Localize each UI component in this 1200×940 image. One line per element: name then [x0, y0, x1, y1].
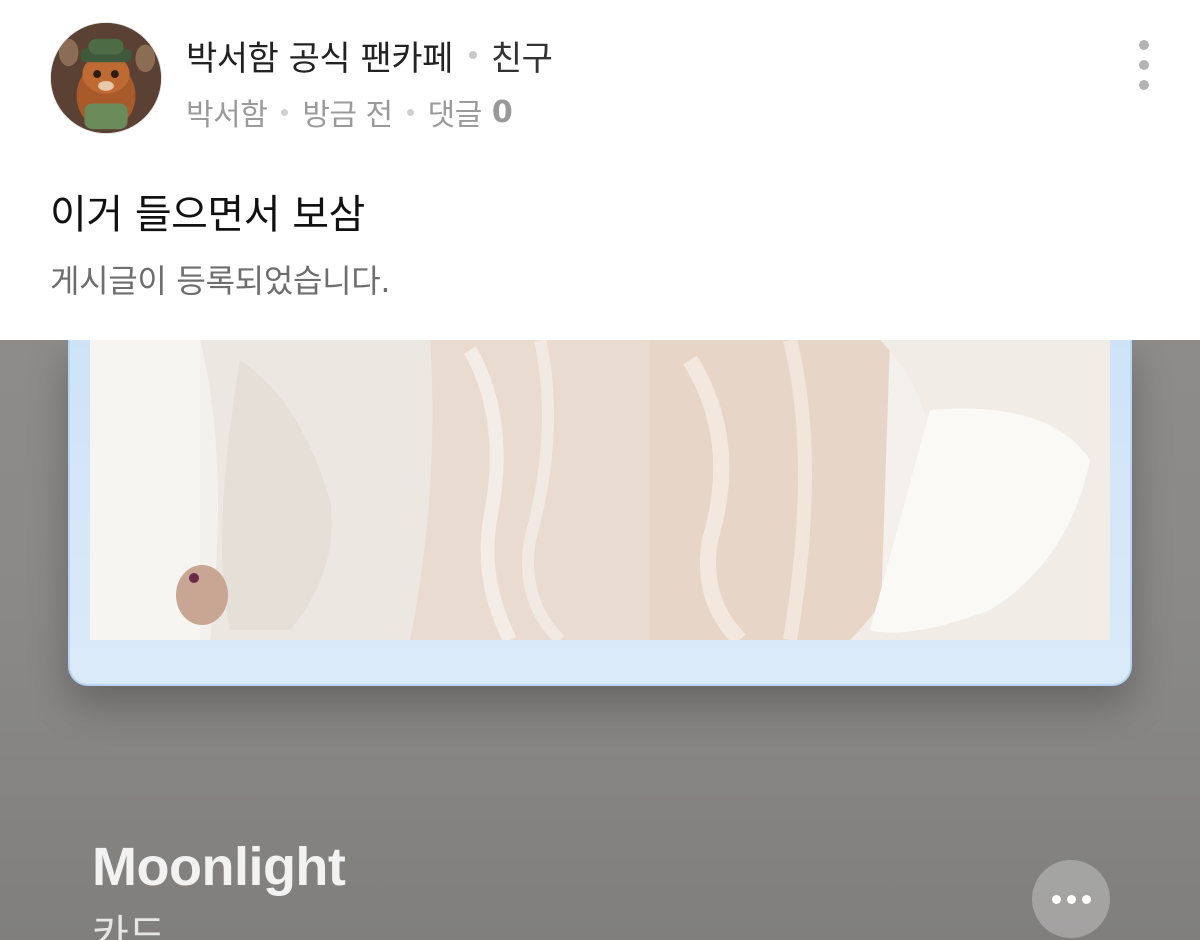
kebab-dot	[1139, 40, 1149, 50]
album-art-image	[90, 340, 1110, 640]
kebab-dot	[1139, 80, 1149, 90]
relation-badge: 친구	[490, 38, 553, 79]
author-name[interactable]: 박서함	[186, 90, 268, 134]
post-status: 게시글이 등록되었습니다.	[50, 262, 391, 300]
post-title: 이거 들으면서 보삼	[50, 192, 365, 238]
avatar[interactable]	[50, 22, 162, 134]
more-dot	[1081, 894, 1091, 904]
post-header: 박서함 공식 팬카페 친구 박서함 방금 전 댓글 0 이거 들으면서 보삼 게…	[0, 0, 1200, 340]
comment-count[interactable]: 0	[492, 95, 513, 130]
comment-label[interactable]: 댓글	[428, 90, 483, 134]
separator-dot	[468, 51, 477, 59]
cafe-line: 박서함 공식 팬카페 친구	[186, 30, 553, 80]
more-dot	[1051, 894, 1061, 904]
separator-dot	[406, 108, 414, 116]
track-title[interactable]: Moonlight	[92, 836, 346, 898]
cafe-name[interactable]: 박서함 공식 팬카페	[186, 31, 453, 80]
avatar-image	[51, 23, 161, 133]
track-artist[interactable]: 카드	[92, 902, 166, 940]
separator-dot	[281, 108, 289, 116]
kebab-icon[interactable]	[1128, 40, 1160, 90]
more-dot	[1066, 894, 1076, 904]
ellipsis-icon[interactable]	[1032, 860, 1110, 938]
post-time: 방금 전	[302, 98, 393, 133]
album-art[interactable]	[90, 340, 1110, 640]
kebab-dot	[1139, 60, 1149, 70]
meta-line: 박서함 방금 전 댓글 0	[186, 90, 513, 134]
